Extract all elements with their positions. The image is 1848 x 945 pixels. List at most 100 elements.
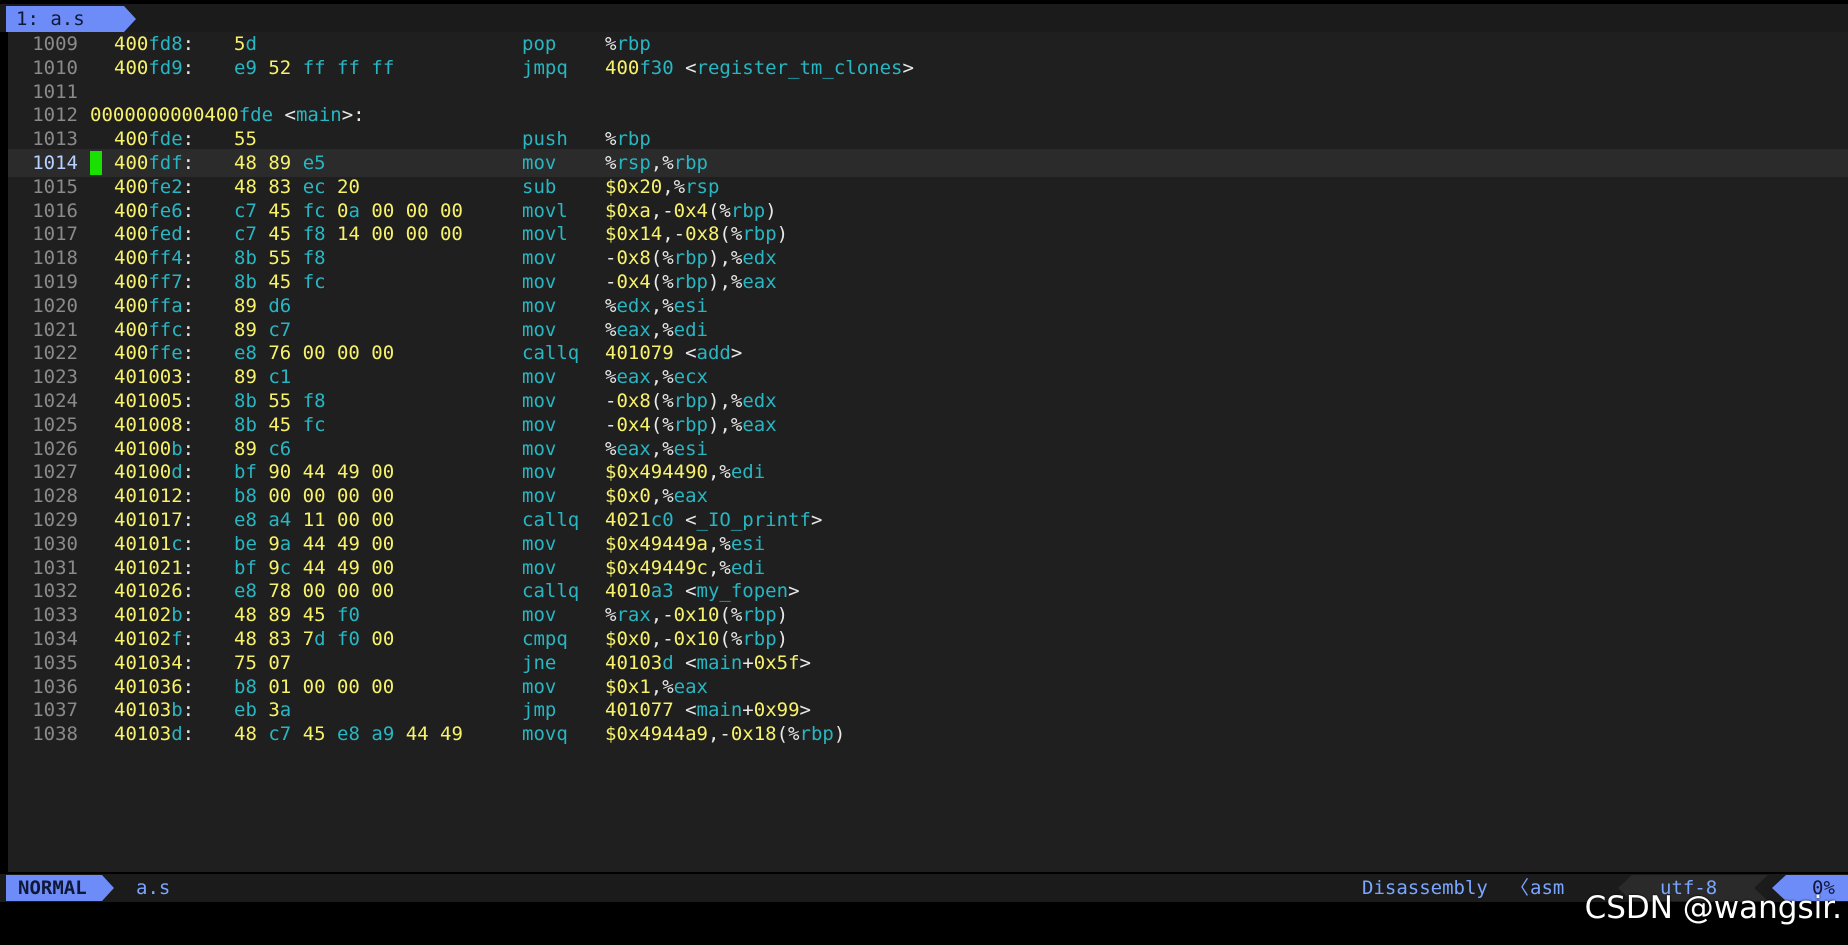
token: 52 [268, 56, 292, 79]
token: 00 [371, 628, 395, 650]
token: c6 [268, 437, 292, 460]
token: add [696, 342, 731, 365]
token: (% [650, 413, 674, 436]
token: edx [742, 390, 777, 412]
token: 4021 [605, 509, 651, 531]
token: ,% [662, 175, 686, 198]
token: (% [719, 628, 743, 650]
token: 0x4 [673, 199, 708, 222]
tab-a-s[interactable]: 1: a.s [6, 6, 136, 32]
token: b [171, 437, 183, 460]
line-number: 1038 [32, 723, 78, 746]
token: 401005 [114, 390, 183, 412]
token: 8b [234, 390, 257, 412]
token: : [182, 532, 195, 555]
token: $0x1 [605, 675, 651, 698]
token: rbp [742, 604, 777, 627]
token: fed [148, 223, 183, 246]
editor-buffer[interactable]: 1009 400fd8: 5d pop %rbp 1010 400fd9: e9 52 ff … [8, 32, 1848, 872]
token: 40102 [114, 628, 172, 650]
token: ),% [708, 413, 743, 436]
token: rbp [742, 223, 777, 246]
token: 400 [114, 223, 149, 246]
token: edi [673, 318, 708, 341]
token: ,- [650, 199, 674, 222]
token: 45 [302, 604, 326, 627]
token: f30 [639, 56, 674, 79]
token: eax [673, 485, 708, 508]
token: 89 [234, 294, 257, 317]
token: rbp [673, 390, 708, 412]
token: > [799, 699, 811, 722]
token: (% [650, 390, 674, 412]
token: % [605, 604, 617, 627]
token: c1 [268, 366, 292, 389]
token: 0x99 [753, 699, 800, 722]
token: 400 [114, 152, 149, 174]
token: 76 00 00 00 [268, 342, 395, 365]
token: eax [673, 675, 708, 698]
token: e9 [234, 56, 257, 79]
token: e8 [234, 509, 257, 531]
token: 400 [114, 199, 149, 222]
token: 401079 [605, 342, 674, 365]
token: 8b [234, 413, 257, 436]
token: $0x4944a9 [605, 723, 708, 746]
token: : [182, 485, 195, 508]
code-line[interactable]: 1038 40103d: 48 c7 45 e8 a9 44 49 movq $0x49… [8, 720, 1848, 748]
token: rbp [616, 128, 651, 151]
token: eax [616, 366, 651, 389]
token: > [902, 56, 914, 79]
token: : [182, 56, 195, 79]
token: 401008 [114, 413, 183, 436]
token: bf [234, 461, 257, 484]
token: % [605, 128, 617, 151]
token: fde [238, 104, 274, 127]
token: % [605, 437, 617, 460]
token: 0x18 [730, 723, 777, 746]
token: 0x4 [616, 413, 651, 436]
token: 400 [605, 56, 640, 79]
token: a4 [268, 509, 292, 531]
token: 3 [268, 699, 280, 722]
token: rbp [673, 247, 708, 270]
token: 01 00 00 00 [268, 675, 395, 698]
token: fe2 [148, 175, 183, 198]
token: : [182, 152, 195, 174]
token: % [605, 318, 617, 341]
token: : [182, 271, 195, 293]
token: : [182, 461, 195, 484]
token: ) [776, 604, 789, 627]
token: $0x0 [605, 485, 651, 508]
token: $0x0 [605, 628, 651, 650]
token: 89 [268, 152, 292, 174]
token: ,% [650, 485, 674, 508]
token: rbp [673, 271, 708, 293]
token: 401017 [114, 509, 183, 531]
token: e8 [234, 580, 257, 603]
token: fe6 [148, 199, 183, 222]
token: d6 [268, 294, 292, 317]
token: 0000000000400 [90, 104, 239, 127]
token: c7 [234, 223, 257, 246]
token: : [182, 651, 195, 674]
token: e8 [337, 723, 360, 746]
token: fdf [148, 152, 183, 174]
token: >: [341, 104, 365, 127]
token: 55 [234, 128, 257, 151]
token: ) [776, 628, 789, 650]
token: ff7 [148, 271, 183, 293]
